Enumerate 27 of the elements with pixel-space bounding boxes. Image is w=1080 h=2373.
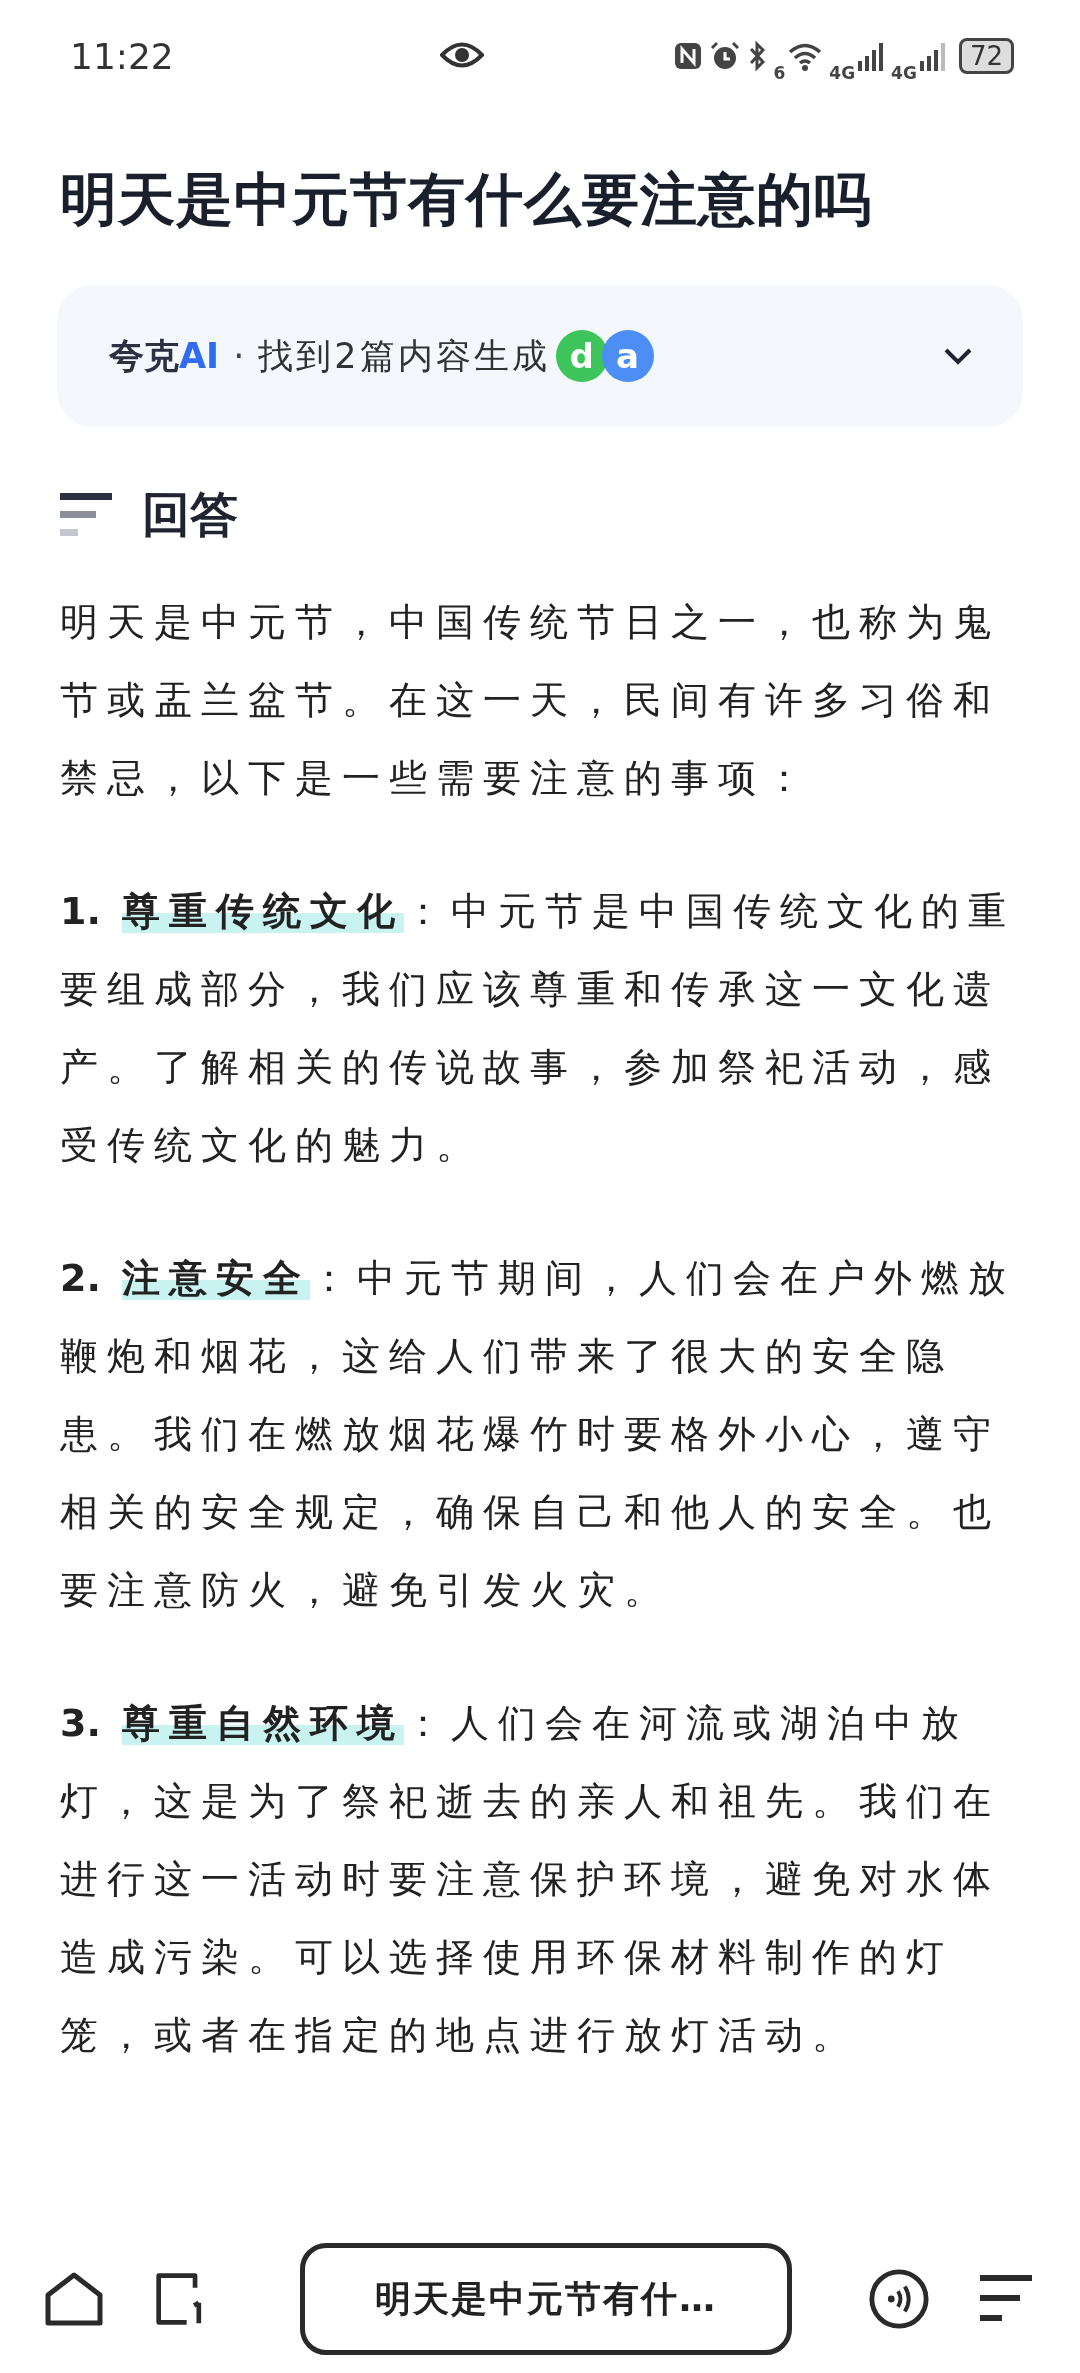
brand-name: 夸克AI bbox=[109, 334, 220, 378]
home-icon[interactable] bbox=[44, 2271, 104, 2327]
question-title: 明天是中元节有什么要注意的吗 bbox=[60, 165, 873, 234]
alarm-icon bbox=[709, 40, 742, 72]
eye-icon bbox=[440, 40, 484, 70]
answer-heading: 回答 bbox=[142, 485, 238, 544]
answer-list-item: 2. 注意安全：中元节期间，人们会在户外燃放鞭炮和烟花，这给人们带来了很大的安全隐患。我们在燃放烟花爆竹时要格外小心，遵守相关的安全规定，确保自己和他人的安全。也要注意防火，避免引发火灾。 bbox=[60, 1255, 1016, 1614]
nfc-icon bbox=[673, 41, 704, 71]
signal-icon bbox=[857, 41, 886, 71]
wifi-icon bbox=[787, 41, 824, 71]
source-summary: 找到2篇内容生成 bbox=[258, 334, 550, 378]
bluetooth-icon bbox=[747, 40, 768, 72]
network-type: 4G bbox=[829, 63, 856, 83]
signal-icon bbox=[918, 41, 947, 71]
chevron-down-icon[interactable] bbox=[943, 346, 973, 366]
answer-list-item: 1. 尊重传统文化：中元节是中国传统文化的重要组成部分，我们应该尊重和传承这一文化遗产。了解相关的传说故事，参加祭祀活动，感受传统文化的魅力。 bbox=[60, 888, 1016, 1169]
wifi-label: 6 bbox=[773, 63, 786, 83]
query-button[interactable]: 明天是中元节有什… bbox=[300, 2243, 792, 2355]
audio-icon[interactable] bbox=[868, 2268, 930, 2330]
answer-paragraph: 明天是中元节，中国传统节日之一，也称为鬼节或盂兰盆节。在这一天，民间有许多习俗和禁忌，以下是一些需要注意的事项： bbox=[60, 599, 1001, 802]
network-type: 4G bbox=[891, 63, 917, 83]
source-avatar: a bbox=[601, 330, 654, 382]
source-card[interactable]: 夸克AI · 找到2篇内容生成 d a bbox=[57, 285, 1023, 427]
status-time: 11:22 bbox=[70, 35, 174, 77]
separator-dot: · bbox=[233, 336, 245, 376]
battery-level: 72 bbox=[958, 38, 1014, 74]
answer-list-item: 3. 尊重自然环境：人们会在河流或湖泊中放灯，这是为了祭祀逝去的亲人和祖先。我们在进行这一活动时要注意保护环境，避免对水体造成污染。可以选择使用环保材料制作的灯笼，或者在指定的地点进行放灯活动。 bbox=[60, 1700, 1001, 2059]
